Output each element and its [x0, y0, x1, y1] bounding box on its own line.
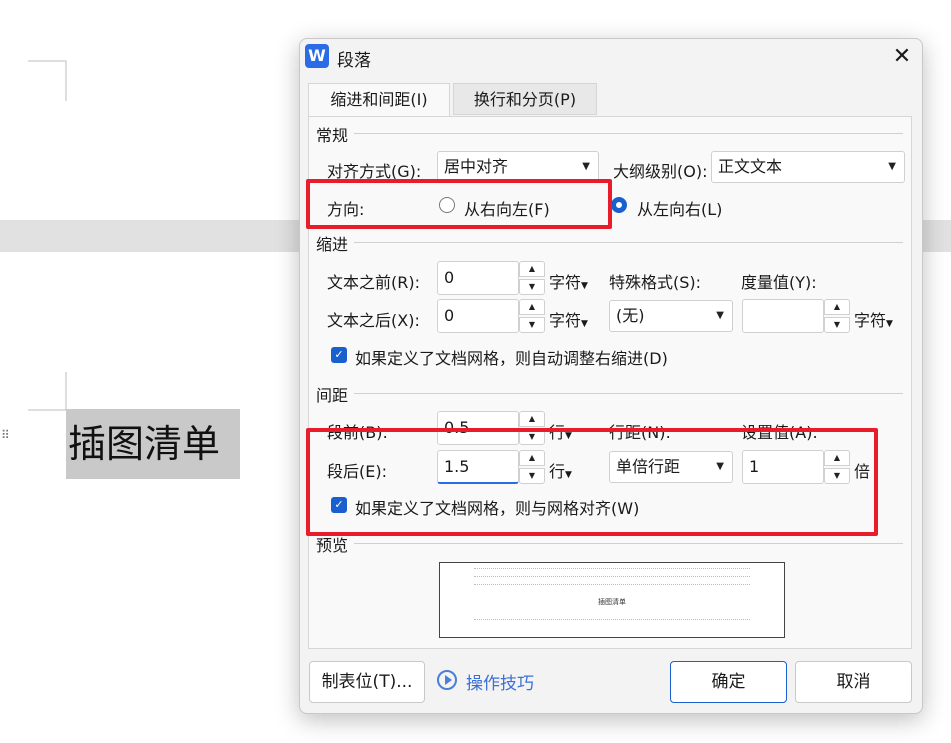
paragraph-dialog: W 段落 ✕ 缩进和间距(I) 换行和分页(P) 常规 对齐方式(G): 居中对… [299, 38, 923, 714]
play-circle-icon[interactable] [437, 670, 457, 690]
preview-line [474, 619, 750, 624]
measure-input[interactable] [742, 299, 824, 333]
section-indent-title: 缩进 [316, 231, 355, 255]
tab-line-page-breaks[interactable]: 换行和分页(P) [453, 83, 597, 115]
section-spacing-title: 间距 [316, 382, 355, 406]
indent-after-input[interactable]: 0 [437, 299, 519, 333]
cancel-button[interactable]: 取消 [795, 661, 912, 703]
special-format-dropdown[interactable]: (无) ▼ [609, 300, 733, 332]
preview-sample-text: 插图清单 [598, 598, 626, 606]
dialog-titlebar[interactable]: W 段落 ✕ [300, 39, 922, 75]
outline-level-label: 大纲级别(O): [613, 162, 708, 181]
dialog-title: 段落 [337, 51, 371, 71]
special-format-label: 特殊格式(S): [609, 273, 702, 292]
indent-after-unit-dropdown[interactable]: 字符▼ [549, 307, 588, 331]
highlight-box-alignment [306, 179, 612, 229]
spin-down-icon[interactable]: ▼ [824, 317, 850, 333]
indent-after-unit: 字符 [549, 311, 582, 330]
indent-after-label: 文本之后(X): [327, 311, 420, 330]
preview-line [474, 584, 750, 589]
indent-after-stepper[interactable]: ▲ ▼ [519, 299, 545, 333]
chevron-down-icon: ▼ [716, 310, 724, 321]
indent-before-input[interactable]: 0 [437, 261, 519, 295]
caret-down-icon: ▼ [581, 319, 588, 329]
measure-label: 度量值(Y): [741, 273, 817, 292]
indent-before-label: 文本之前(R): [327, 273, 420, 292]
crop-mark-top [28, 60, 67, 101]
spin-up-icon[interactable]: ▲ [519, 299, 545, 315]
measure-unit: 字符 [854, 311, 887, 330]
tab-indent-spacing[interactable]: 缩进和间距(I) [308, 83, 450, 117]
auto-adjust-label[interactable]: 如果定义了文档网格，则自动调整右缩进(D) [355, 345, 668, 369]
preview-line [474, 568, 750, 573]
chevron-down-icon: ▼ [582, 161, 590, 172]
caret-down-icon: ▼ [886, 319, 893, 329]
divider [317, 242, 903, 243]
section-general-title: 常规 [316, 122, 355, 146]
direction-ltr-label[interactable]: 从左向右(L) [637, 196, 722, 220]
wps-writer-icon: W [305, 44, 329, 68]
tab-panel: 常规 对齐方式(G): 居中对齐 ▼ 大纲级别(O): 正文文本 ▼ 方向: 从… [306, 116, 912, 649]
divider [317, 393, 903, 394]
auto-adjust-checkbox[interactable]: ✓ [331, 347, 347, 363]
preview-line [474, 576, 750, 581]
spin-up-icon[interactable]: ▲ [519, 411, 545, 427]
indent-before-stepper[interactable]: ▲ ▼ [519, 261, 545, 295]
divider [317, 133, 903, 134]
tab-stops-button[interactable]: 制表位(T)... [309, 661, 425, 703]
chevron-down-icon: ▼ [888, 161, 896, 172]
spin-down-icon[interactable]: ▼ [519, 317, 545, 333]
document-heading[interactable]: 插图清单 [66, 409, 240, 479]
special-format-value: (无) [616, 306, 645, 325]
highlight-box-spacing [306, 428, 878, 536]
spin-up-icon[interactable]: ▲ [519, 261, 545, 277]
spin-down-icon[interactable]: ▼ [519, 279, 545, 295]
tips-link[interactable]: 操作技巧 [466, 669, 534, 694]
indent-before-unit: 字符 [549, 273, 582, 292]
outline-level-dropdown[interactable]: 正文文本 ▼ [711, 151, 905, 183]
direction-ltr-radio[interactable] [611, 197, 627, 213]
drag-handle-icon[interactable]: ⠿ [1, 429, 15, 454]
close-icon[interactable]: ✕ [888, 43, 916, 71]
spin-up-icon[interactable]: ▲ [824, 299, 850, 315]
alignment-value: 居中对齐 [444, 157, 509, 176]
measure-unit-dropdown[interactable]: 字符▼ [854, 307, 893, 331]
caret-down-icon: ▼ [581, 281, 588, 291]
ok-button[interactable]: 确定 [670, 661, 787, 703]
measure-stepper[interactable]: ▲ ▼ [824, 299, 850, 333]
paragraph-preview: 插图清单 [439, 562, 785, 638]
crop-mark-middle [28, 372, 67, 411]
indent-before-unit-dropdown[interactable]: 字符▼ [549, 269, 588, 293]
divider [317, 543, 903, 544]
outline-level-value: 正文文本 [718, 157, 783, 176]
